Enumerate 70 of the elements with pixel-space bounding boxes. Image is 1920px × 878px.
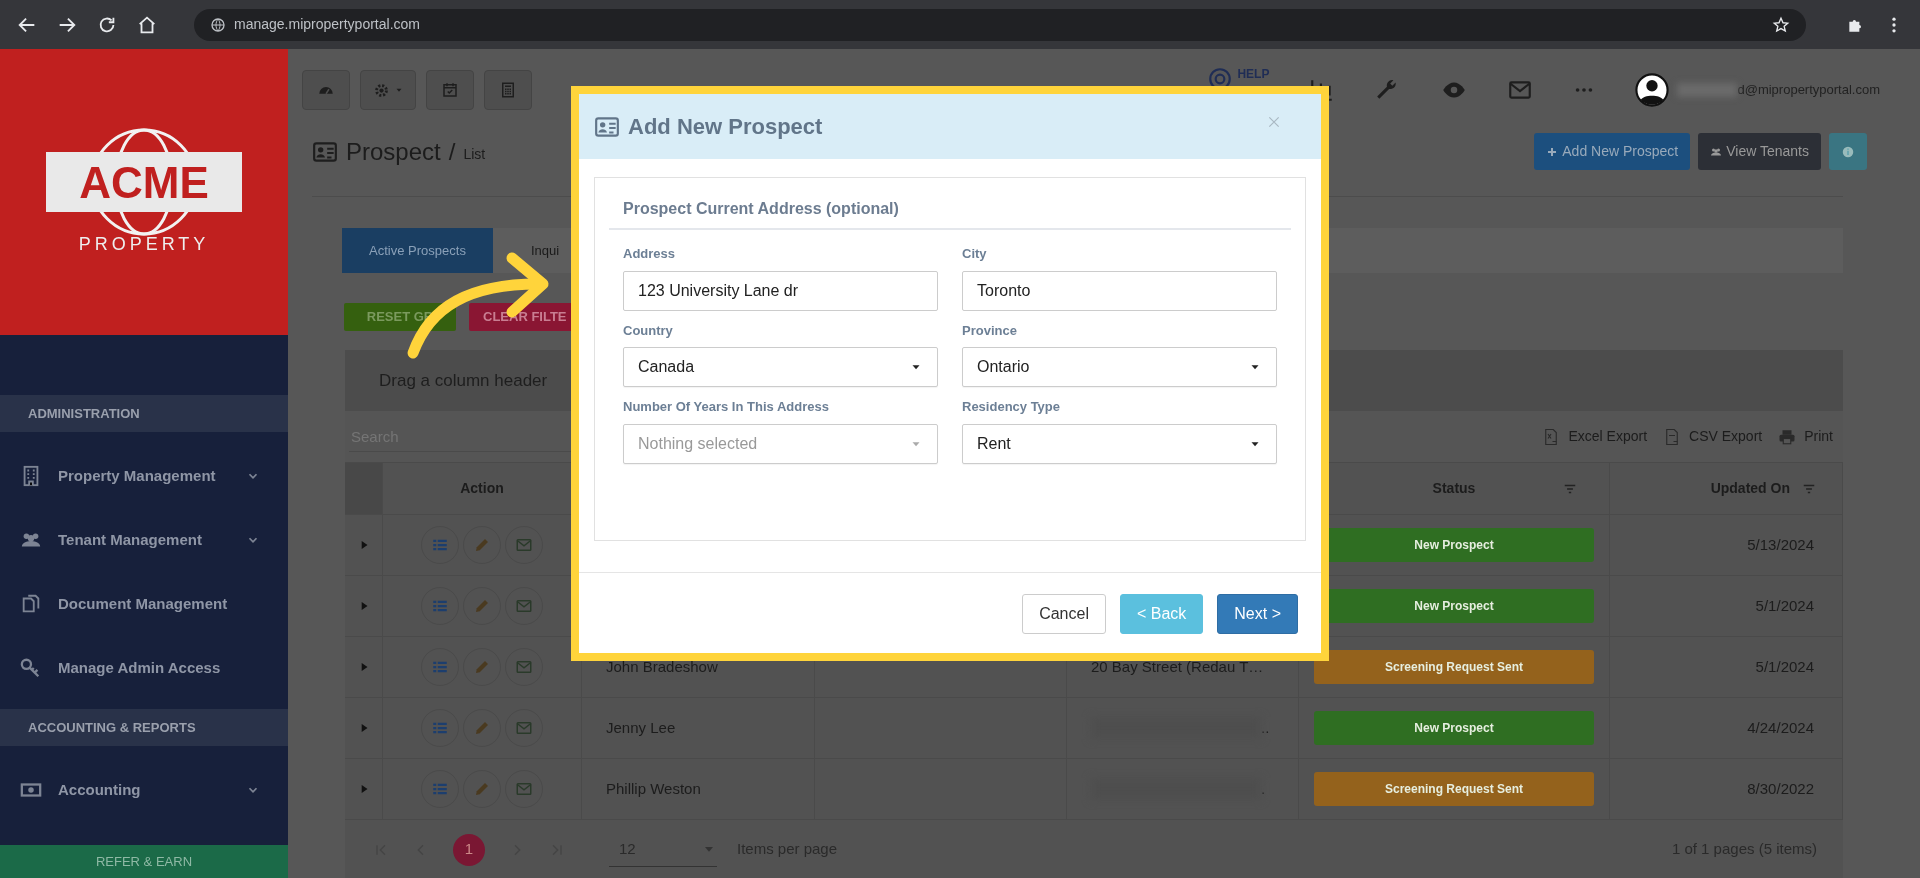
pencil-icon: [473, 597, 491, 615]
field-label: Province: [962, 321, 1018, 340]
section-title: Prospect Current Address (optional): [609, 178, 1291, 230]
star-icon[interactable]: [1772, 15, 1790, 34]
select-field[interactable]: Rent: [962, 423, 1277, 464]
sidebar-item[interactable]: Property Management: [0, 444, 288, 508]
sidebar-item[interactable]: Document Management: [0, 572, 288, 636]
logo-tagline: PROPERTY: [78, 234, 210, 254]
add-prospect-button[interactable]: Add New Prospect: [1534, 133, 1691, 170]
settings-button[interactable]: [360, 70, 416, 110]
field-label: Residency Type: [962, 398, 1062, 416]
page-button[interactable]: 1: [453, 833, 485, 866]
info-icon: [1841, 144, 1855, 159]
address-bar[interactable]: manage.mipropertyportal.com: [194, 8, 1806, 41]
export-link[interactable]: Print: [1778, 426, 1833, 447]
modal-title: Add New Prospect: [628, 113, 823, 141]
mail-icon: [515, 780, 533, 798]
status-badge: Screening Request Sent: [1314, 772, 1594, 806]
breadcrumb-separator: /: [448, 136, 456, 167]
select-field[interactable]: Nothing selected: [623, 423, 938, 464]
printer-icon: [1778, 427, 1797, 446]
mail-icon: [515, 658, 533, 676]
mail-icon: [515, 597, 533, 615]
field-label: Number Of Years In This Address: [623, 398, 830, 416]
refer-button[interactable]: REFER & EARN: [0, 845, 288, 878]
section-header: ADMINISTRATION: [0, 395, 288, 432]
next-button[interactable]: Next >: [1217, 594, 1298, 634]
export-link[interactable]: Excel Export: [1542, 426, 1648, 447]
avatar-icon[interactable]: [1635, 73, 1670, 107]
key-icon: [20, 657, 42, 679]
select-field[interactable]: Canada: [623, 347, 938, 387]
table-cell-text: .: [1261, 778, 1266, 799]
pencil-icon: [473, 780, 491, 798]
select-field[interactable]: Ontario: [962, 347, 1277, 387]
url-text: manage.mipropertyportal.com: [234, 15, 420, 34]
table-cell-text: ..: [1261, 717, 1270, 738]
field-label: Address: [623, 245, 677, 263]
status-badge: Screening Request Sent: [1314, 650, 1594, 684]
text-field[interactable]: Toronto: [962, 270, 1277, 311]
calendar-icon: [441, 81, 459, 99]
cancel-button[interactable]: Cancel: [1022, 594, 1106, 634]
sidebar-item[interactable]: Accounting: [0, 758, 288, 822]
settings-icon: [372, 81, 390, 99]
mail-icon: [515, 536, 533, 554]
field-label: City: [962, 245, 988, 263]
plus-icon: [1546, 145, 1559, 158]
pencil-icon: [473, 719, 491, 737]
logo-text: ACME: [79, 158, 209, 207]
mail-icon: [515, 719, 533, 737]
status-badge: New Prospect: [1314, 711, 1594, 745]
text-field[interactable]: 123 University Lane dr: [623, 270, 938, 311]
sidebar-item[interactable]: Manage Admin Access: [0, 636, 288, 700]
documents-icon: [20, 593, 42, 615]
dashboard-button[interactable]: [302, 70, 350, 110]
calculator-icon: [499, 81, 517, 99]
sidebar-item[interactable]: Tenant Management: [0, 508, 288, 572]
section-header: ACCOUNTING & REPORTS: [0, 709, 288, 746]
page-subtitle: List: [463, 145, 486, 164]
pencil-icon: [473, 658, 491, 676]
page-title: Prospect: [346, 136, 441, 167]
calendar-button[interactable]: [426, 70, 474, 110]
back-button[interactable]: < Back: [1119, 594, 1204, 634]
pencil-icon: [473, 536, 491, 554]
calculator-button[interactable]: [484, 70, 532, 110]
field-label: Country: [623, 321, 674, 340]
view-tenants-button[interactable]: View Tenants: [1698, 133, 1821, 170]
info-button[interactable]: [1829, 133, 1867, 170]
site-info-icon[interactable]: [210, 16, 226, 33]
tab[interactable]: Active Prospects: [342, 228, 493, 273]
export-link[interactable]: CSV Export: [1663, 426, 1763, 447]
